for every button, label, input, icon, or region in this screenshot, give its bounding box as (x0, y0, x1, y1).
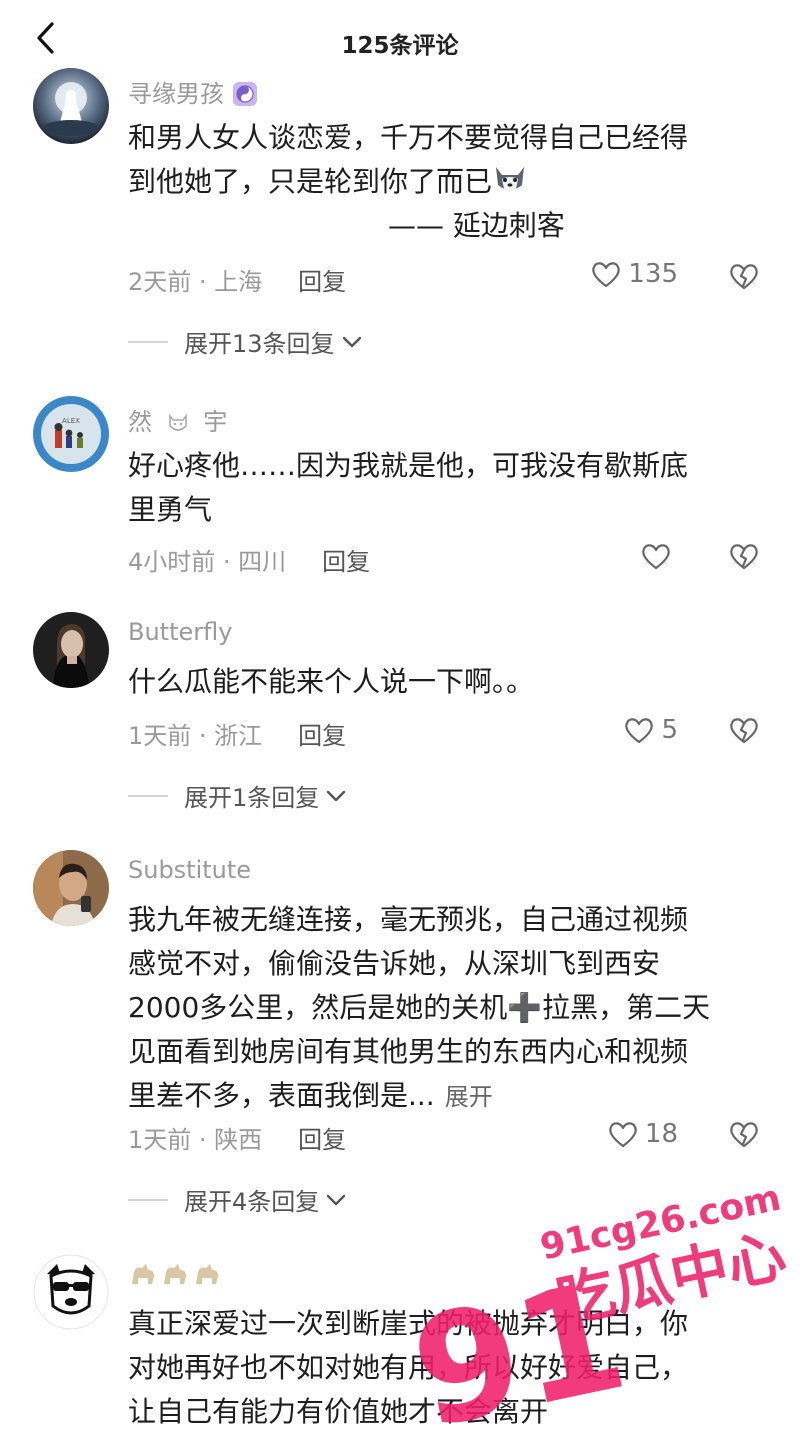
comment-meta: 1天前 · 陕西 回复 (128, 1126, 347, 1154)
divider (128, 1198, 168, 1201)
comment-text: 和男人女人谈恋爱，千万不要觉得自己已经得 到他她了，只是轮到你了而已 —— 延边… (128, 121, 689, 242)
username[interactable]: Butterfly (128, 618, 232, 646)
chevron-down-icon (327, 1194, 346, 1205)
reply-button[interactable]: 回复 (298, 268, 346, 296)
comment-meta: 1天前 · 浙江 回复 (128, 722, 347, 750)
comment-text: 真正深爱过一次到断崖式的被抛弃才明白，你 对她再好也不如对她有用，所以好好爱自己… (128, 1307, 689, 1428)
comment-meta: 4小时前 · 四川 回复 (128, 548, 371, 576)
broken-heart-icon (730, 544, 758, 570)
husky-emoji-icon (496, 167, 525, 191)
reply-button[interactable]: 回复 (298, 722, 346, 750)
heart-icon (625, 718, 654, 744)
like-count: 18 (644, 1119, 678, 1149)
heart-icon (592, 262, 621, 288)
expand-replies-button[interactable]: 展开1条回复 (128, 778, 347, 813)
like-button[interactable]: 135 (590, 259, 678, 289)
comment-text: 什么瓜能不能来个人说一下啊。。 (128, 665, 535, 698)
reply-button[interactable]: 回复 (298, 1126, 346, 1154)
page-title: 125条评论 (341, 33, 459, 59)
divider (128, 340, 168, 343)
taiji-badge-icon (232, 82, 257, 106)
avatar[interactable] (33, 850, 109, 926)
dislike-button[interactable] (728, 715, 760, 749)
chevron-down-icon (327, 790, 346, 801)
dislike-button[interactable] (728, 541, 760, 575)
avatar[interactable] (33, 612, 109, 688)
like-button[interactable] (640, 541, 678, 571)
heart-icon (642, 544, 670, 570)
username[interactable]: Substitute (128, 856, 251, 884)
watermark-url: 91cg26.com (537, 1190, 785, 1268)
divider (128, 794, 168, 797)
cat-face-icon (168, 413, 187, 431)
chevron-down-icon (342, 336, 361, 347)
llama-emoji-icon (132, 1264, 218, 1284)
broken-heart-icon (730, 718, 758, 744)
like-button[interactable]: 18 (607, 1119, 678, 1149)
avatar[interactable] (33, 68, 109, 144)
header: 125条评论 (0, 0, 800, 80)
like-count: 5 (661, 715, 678, 745)
username[interactable] (128, 1260, 224, 1292)
expand-replies-button[interactable]: 展开13条回复 (128, 324, 363, 359)
username[interactable]: 寻缘男孩 (128, 74, 258, 109)
dislike-button[interactable] (728, 1119, 760, 1153)
username[interactable]: 然 宇 (128, 402, 227, 437)
svg-text:ALEX: ALEX (62, 417, 80, 425)
broken-heart-icon (730, 264, 758, 290)
broken-heart-icon (730, 1122, 758, 1148)
avatar[interactable] (33, 1254, 109, 1330)
heart-icon (609, 1122, 637, 1148)
comment-text: 好心疼他……因为我就是他，可我没有歇斯底 里勇气 (128, 449, 689, 526)
like-button[interactable]: 5 (623, 715, 678, 745)
expand-replies-button[interactable]: 展开4条回复 (128, 1182, 347, 1217)
expand-text-button[interactable]: 展开 (445, 1083, 493, 1111)
like-count: 135 (628, 259, 678, 289)
dislike-button[interactable] (728, 261, 760, 295)
reply-button[interactable]: 回复 (322, 548, 370, 576)
comment-text: 我九年被无缝连接，毫无预兆，自己通过视频 感觉不对，偷偷没告诉她，从深圳飞到西安… (128, 903, 711, 1112)
avatar[interactable]: ALEX (33, 396, 109, 472)
comment-meta: 2天前 · 上海 回复 (128, 268, 347, 296)
